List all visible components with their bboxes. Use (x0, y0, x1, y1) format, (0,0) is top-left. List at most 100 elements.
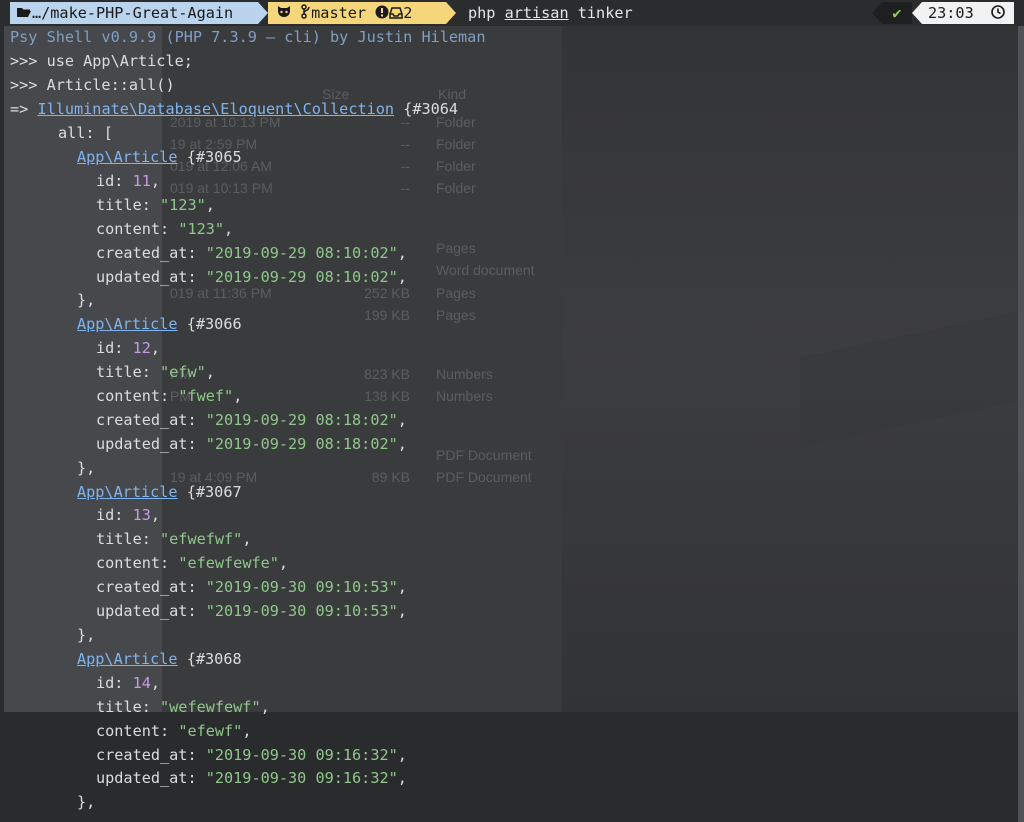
field-value-created_at: "2019-09-30 09:16:32" (205, 746, 398, 764)
field-value-updated_at: "2019-09-29 08:10:02" (205, 268, 398, 286)
article-field-created_at: created_at: "2019-09-30 09:10:53", (96, 578, 407, 596)
field-key: created_at (96, 746, 188, 764)
github-octocat-icon (276, 3, 292, 25)
article-field-id: id: 14, (96, 674, 161, 692)
prompt-time-segment: 23:03 (922, 2, 1014, 24)
field-key: title (96, 363, 142, 381)
article-class-link[interactable]: App\Article (77, 315, 178, 333)
collection-all-open: all: [ (58, 124, 113, 142)
article-header: App\Article {#3068 (10, 648, 242, 671)
background-row-kind: Pages (436, 240, 476, 256)
field-value-content: "fwef" (178, 387, 234, 405)
background-row-size: 823 KB (364, 366, 410, 382)
field-key: title (96, 530, 142, 548)
field-key: id (96, 506, 115, 524)
article-field-created_at: created_at: "2019-09-29 08:18:02", (96, 411, 407, 429)
article-field-updated_at: updated_at: "2019-09-29 08:10:02", (96, 268, 407, 286)
article-class-link[interactable]: App\Article (77, 148, 178, 166)
git-branch-icon (301, 3, 311, 25)
field-value-created_at: "2019-09-30 09:10:53" (205, 578, 398, 596)
result-object-id: {#3064 (403, 100, 459, 118)
background-row-size: -- (400, 158, 410, 174)
result-class-link[interactable]: Illuminate\Database\Eloquent\Collection (37, 100, 394, 118)
window-edge (1018, 26, 1024, 822)
field-value-updated_at: "2019-09-30 09:10:53" (205, 602, 398, 620)
field-key: created_at (96, 411, 188, 429)
field-key: id (96, 674, 115, 692)
command-php: php (468, 4, 496, 22)
field-key: content (96, 722, 161, 740)
field-value-content: "efewfewfe" (178, 554, 279, 572)
field-key: content (96, 220, 161, 238)
field-key: created_at (96, 578, 188, 596)
background-row-size: -- (400, 180, 410, 196)
article-object-id: {#3068 (186, 650, 242, 668)
article-footer: }, (10, 791, 95, 814)
result-arrow: => (10, 100, 38, 118)
shell-prompt-bar: …/make-PHP-Great-Again master 2 php arti… (0, 0, 1024, 26)
article-field-content: content: "efewfewfe", (96, 554, 289, 572)
repl-input-line: >>> Article::all() (10, 76, 175, 94)
field-value-updated_at: "2019-09-29 08:18:02" (205, 435, 398, 453)
field-key: updated_at (96, 435, 188, 453)
article-field-id: id: 12, (96, 339, 161, 357)
article-field-created_at: created_at: "2019-09-30 09:16:32", (96, 746, 407, 764)
folder-open-icon (16, 3, 32, 25)
field-value-title: "123" (160, 196, 206, 214)
article-field-created_at: created_at: "2019-09-29 08:10:02", (96, 244, 407, 262)
background-row-size: 138 KB (364, 388, 410, 404)
git-branch-name: master (311, 4, 367, 22)
background-row-kind: Pages (436, 307, 476, 323)
article-footer: }, (10, 457, 95, 480)
article-header: App\Article {#3067 (10, 481, 242, 504)
article-header: App\Article {#3066 (10, 313, 242, 336)
background-row-kind: PDF Document (436, 469, 532, 485)
field-value-title: "efw" (160, 363, 206, 381)
field-key: content (96, 554, 161, 572)
powerline-arrow (446, 2, 456, 24)
prompt-git-segment: master 2 (268, 2, 446, 24)
powerline-arrow (872, 2, 882, 24)
desktop-wallpaper (562, 26, 1024, 822)
current-directory: …/make-PHP-Great-Again (32, 4, 234, 22)
prompt-time: 23:03 (928, 4, 974, 22)
field-key: updated_at (96, 769, 188, 787)
field-key: created_at (96, 244, 188, 262)
article-field-updated_at: updated_at: "2019-09-30 09:10:53", (96, 602, 407, 620)
field-value-updated_at: "2019-09-30 09:16:32" (205, 769, 398, 787)
article-field-id: id: 11, (96, 172, 161, 190)
article-object-id: {#3065 (186, 148, 242, 166)
article-close-brace: }, (77, 626, 96, 644)
command-artisan: artisan (504, 4, 569, 22)
article-field-title: title: "efw", (96, 363, 215, 381)
field-key: id (96, 339, 115, 357)
field-key: title (96, 698, 142, 716)
typed-command: php artisan tinker (468, 2, 633, 24)
article-object-id: {#3067 (186, 483, 242, 501)
background-row-kind: Folder (436, 158, 476, 174)
background-row-kind: Pages (436, 285, 476, 301)
field-value-id: 11 (132, 172, 151, 190)
background-row-size: 199 KB (364, 307, 410, 323)
background-row-kind: Folder (436, 136, 476, 152)
background-row-kind: Numbers (436, 366, 493, 382)
repl-input-line: >>> use App\Article; (10, 52, 193, 70)
field-value-title: "wefewfewf" (160, 698, 261, 716)
article-field-content: content: "fwef", (96, 387, 243, 405)
field-key: updated_at (96, 602, 188, 620)
background-row-kind: Word document (436, 262, 535, 278)
article-field-content: content: "123", (96, 220, 234, 238)
field-value-content: "efewf" (178, 722, 243, 740)
article-field-id: id: 13, (96, 506, 161, 524)
article-field-updated_at: updated_at: "2019-09-30 09:16:32", (96, 769, 407, 787)
article-class-link[interactable]: App\Article (77, 483, 178, 501)
field-key: id (96, 172, 115, 190)
article-class-link[interactable]: App\Article (77, 650, 178, 668)
article-close-brace: }, (77, 291, 96, 309)
article-field-title: title: "efwefwf", (96, 530, 252, 548)
field-key: updated_at (96, 268, 188, 286)
article-field-content: content: "efewf", (96, 722, 252, 740)
powerline-arrow (258, 2, 268, 24)
background-row-kind: Folder (436, 180, 476, 196)
powerline-arrow (912, 2, 922, 24)
